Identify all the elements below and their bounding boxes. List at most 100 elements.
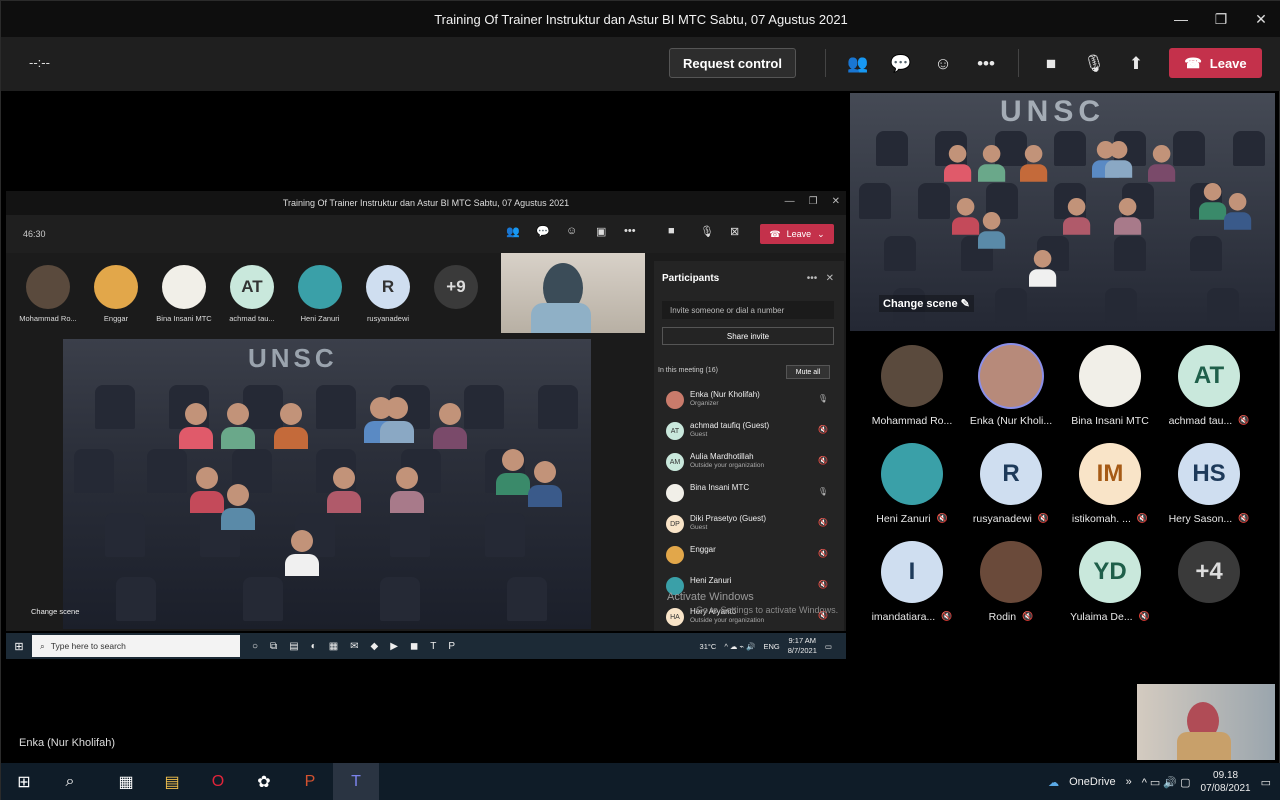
avatar xyxy=(1079,345,1141,407)
shared-screen: Training Of Trainer Instruktur dan Astur… xyxy=(6,93,846,759)
share-tray-icon[interactable]: ⬆ xyxy=(1124,52,1148,76)
participant-tile[interactable]: Heni Zanuri 🔇 xyxy=(863,443,961,525)
attendee-head xyxy=(1109,140,1128,159)
participant-tile[interactable]: Mohammad Ro... xyxy=(863,345,961,427)
avatar xyxy=(881,345,943,407)
participant-row: DP Diki Prasetyo (Guest) Guest 🔇 xyxy=(654,509,844,540)
change-scene-button[interactable]: Change scene ✎ xyxy=(879,295,974,312)
participant-tile[interactable]: HS Hery Sason... 🔇 xyxy=(1160,443,1258,525)
file-explorer-icon[interactable]: ▤ xyxy=(149,763,195,800)
windows-start-icon[interactable]: ⊞ xyxy=(1,763,47,800)
participant-tile[interactable]: Enka (Nur Kholi... xyxy=(962,345,1060,427)
people-icon[interactable]: 👥 xyxy=(846,52,870,76)
attendee-body xyxy=(432,426,467,449)
avatar xyxy=(980,541,1042,603)
participant-tile[interactable]: AT achmad tau... 🔇 xyxy=(1160,345,1258,427)
chat-icon[interactable]: 💬 xyxy=(889,52,913,76)
maximize-icon[interactable]: ❐ xyxy=(1201,1,1241,37)
mail-icon: ✉ xyxy=(350,640,359,652)
participant-row: Enggar 🔇 xyxy=(654,540,844,571)
close-icon[interactable]: ✕ xyxy=(1241,1,1280,37)
avatar xyxy=(162,265,206,309)
activate-windows-hint: Go to Settings to activate Windows. xyxy=(696,605,839,615)
participant-role: Outside your organization xyxy=(690,462,765,469)
store-icon[interactable]: ▦ xyxy=(103,763,149,800)
minimize-icon: — xyxy=(784,196,795,207)
attendee-body xyxy=(1020,164,1048,183)
participant-row: Enka (Nur Kholifah) Organizer 🎙 xyxy=(654,385,844,416)
leave-button[interactable]: ☎ Leave xyxy=(1169,48,1262,78)
minimize-icon[interactable]: — xyxy=(1161,1,1201,37)
reactions-icon[interactable]: ☺ xyxy=(931,52,955,76)
onedrive-icon[interactable]: ☁ xyxy=(1048,776,1059,789)
attendee-body xyxy=(977,231,1005,249)
participant-label: istikomah. ... 🔇 xyxy=(1061,513,1159,525)
mic-off-icon: 🔇 xyxy=(1037,513,1050,523)
window-title: Training Of Trainer Instruktur dan Astur… xyxy=(434,11,848,27)
participant-row: Bina Insani MTC 🎙 xyxy=(654,478,844,509)
more-options-icon[interactable]: ••• xyxy=(974,52,998,76)
tray-icons[interactable]: ^ ▭ 🔊 ▢ xyxy=(1142,776,1191,789)
attendee-body xyxy=(1224,212,1252,230)
mic-off-icon[interactable]: 🎙 xyxy=(1082,52,1106,76)
windows-taskbar: ⊞ ⌕ ▦ ▤ O ✿ P T ☁ OneDrive » ^ ▭ 🔊 ▢ 09.… xyxy=(1,763,1280,800)
powerpoint-icon[interactable]: P xyxy=(287,763,333,800)
participant-label: rusyanadewi 🔇 xyxy=(962,513,1060,525)
attendee-figure xyxy=(327,466,361,513)
avatar: I xyxy=(881,541,943,603)
attendee-body xyxy=(527,484,562,507)
mic-off-icon: 🔇 xyxy=(1238,415,1250,425)
participant-tile[interactable]: Rrusyanadewi 🔇 xyxy=(962,443,1060,525)
participant-tile[interactable]: YD Yulaima De... 🔇 xyxy=(1061,541,1159,623)
avatar: R xyxy=(980,443,1042,505)
attendee-head xyxy=(982,145,1000,163)
attendee-figure xyxy=(1147,145,1175,183)
unsc-logo: UNSC xyxy=(248,343,338,373)
attendee-head xyxy=(948,145,966,163)
date: 07/08/2021 xyxy=(1200,783,1251,794)
participant-tile[interactable]: Bina Insani MTC xyxy=(1061,345,1159,427)
request-control-button[interactable]: Request control xyxy=(669,48,796,78)
avatar: YD xyxy=(1079,541,1141,603)
participant-name: Rodin xyxy=(988,611,1017,623)
participant-name: Aulia Mardhotillah xyxy=(690,452,754,461)
theater-seat xyxy=(884,235,916,271)
shared-attendee: Bina Insani MTC xyxy=(148,265,220,323)
camera-icon[interactable]: ■ xyxy=(1039,52,1063,76)
participant-tile[interactable]: Rodin 🔇 xyxy=(962,541,1060,623)
search-icon[interactable]: ⌕ xyxy=(47,763,93,800)
avatar: DP xyxy=(666,515,684,533)
app-icon: ◆ xyxy=(370,640,379,652)
mic-status-icon: 🎙 xyxy=(817,487,828,496)
participants-panel: Participants ••• ✕ Invite someone or dia… xyxy=(654,261,844,631)
participant-label: Rodin 🔇 xyxy=(962,611,1060,623)
attendee-body xyxy=(379,421,414,443)
close-icon: ✕ xyxy=(831,196,840,207)
shared-toolbar: 46:30 👥 💬 ☺ ▣ ••• ■ 🎙 ⊠ ☎ Leave ⌄ xyxy=(6,215,846,253)
attendee-figure xyxy=(495,449,530,496)
media-icon: ▶ xyxy=(390,640,398,652)
overflow-icon[interactable]: » xyxy=(1126,776,1132,788)
meeting-timer: --:-- xyxy=(29,55,50,70)
participant-tile[interactable]: Iimandatiara... 🔇 xyxy=(863,541,961,623)
taskbar-search: ⌕ Type here to search xyxy=(32,635,240,657)
theater-seat xyxy=(1232,131,1265,167)
participant-tile[interactable]: +4 xyxy=(1160,541,1258,603)
self-view-video[interactable] xyxy=(1137,684,1275,760)
attendee-name: Mohammad Ro... xyxy=(19,314,77,323)
avatar: AT xyxy=(666,422,684,440)
rooms-icon: ▣ xyxy=(596,226,607,238)
attendee-figure xyxy=(1198,183,1226,221)
participant-name: imandatiara... xyxy=(871,611,936,623)
clock[interactable]: 09.18 07/08/2021 xyxy=(1201,769,1251,795)
app-icon[interactable]: ✿ xyxy=(241,763,287,800)
meeting-toolbar: --:-- Request control 👥 💬 ☺ ••• ■ 🎙 ⬆ ☎ L… xyxy=(1,37,1280,91)
participant-tile[interactable]: IM istikomah. ... 🔇 xyxy=(1061,443,1159,525)
opera-icon[interactable]: O xyxy=(195,763,241,800)
attendee-figure xyxy=(1113,197,1141,235)
chat-icon: 💬 xyxy=(536,226,550,238)
teams-icon[interactable]: T xyxy=(333,763,379,800)
notification-icon[interactable]: ▭ xyxy=(1261,776,1271,789)
windows-start-icon: ⊞ xyxy=(14,640,24,653)
shared-attendee: Mohammad Ro... xyxy=(12,265,84,323)
